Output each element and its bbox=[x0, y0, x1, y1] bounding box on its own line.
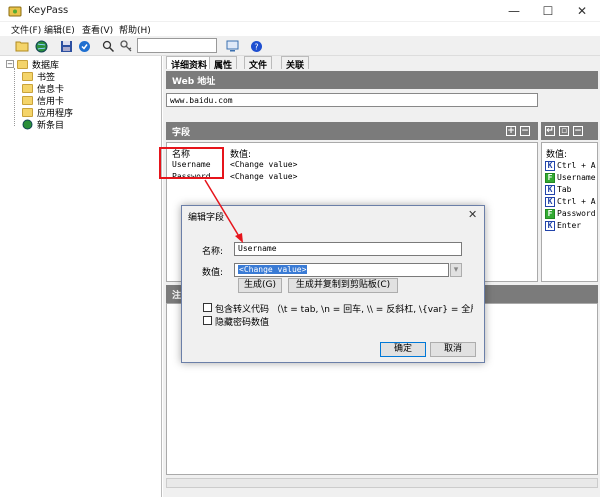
annotation-arrow-icon bbox=[204, 179, 243, 243]
